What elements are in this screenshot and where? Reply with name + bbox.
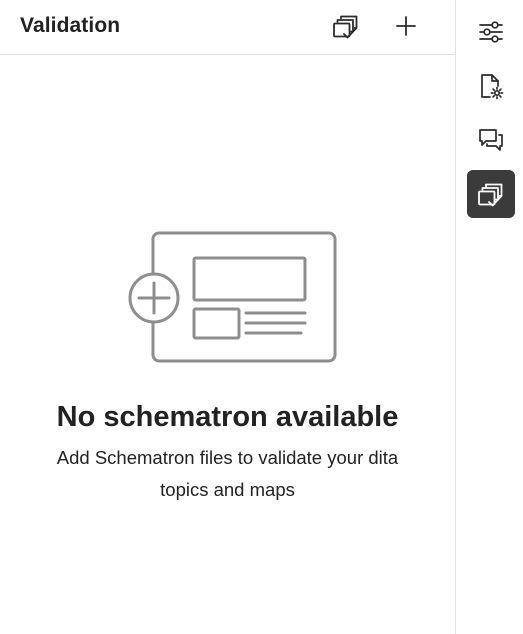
panel-header: Validation <box>0 0 455 55</box>
empty-state-description: Add Schematron files to validate your di… <box>56 447 399 500</box>
rail-item-properties[interactable] <box>467 8 515 56</box>
comments-icon <box>479 129 503 151</box>
rail-item-file-properties[interactable] <box>467 62 515 110</box>
add-schematron-button[interactable] <box>390 10 422 42</box>
validation-panel: Validation No schematron available Add S… <box>0 0 455 634</box>
rail-item-comments[interactable] <box>467 116 515 164</box>
sliders-icon <box>479 21 503 43</box>
panel-title: Validation <box>20 14 121 37</box>
add-schematron-illustration-icon <box>128 231 336 363</box>
validate-icon <box>478 183 503 207</box>
validate-button[interactable] <box>330 10 362 42</box>
right-rail <box>455 0 523 634</box>
validate-icon <box>333 15 358 39</box>
app-root: Validation No schematron available Add S… <box>0 0 523 634</box>
file-settings-icon <box>481 74 504 100</box>
empty-state: No schematron available Add Schematron f… <box>0 225 455 506</box>
empty-state-title: No schematron available <box>56 401 399 433</box>
rail-item-validation[interactable] <box>467 170 515 218</box>
plus-icon <box>396 16 416 36</box>
